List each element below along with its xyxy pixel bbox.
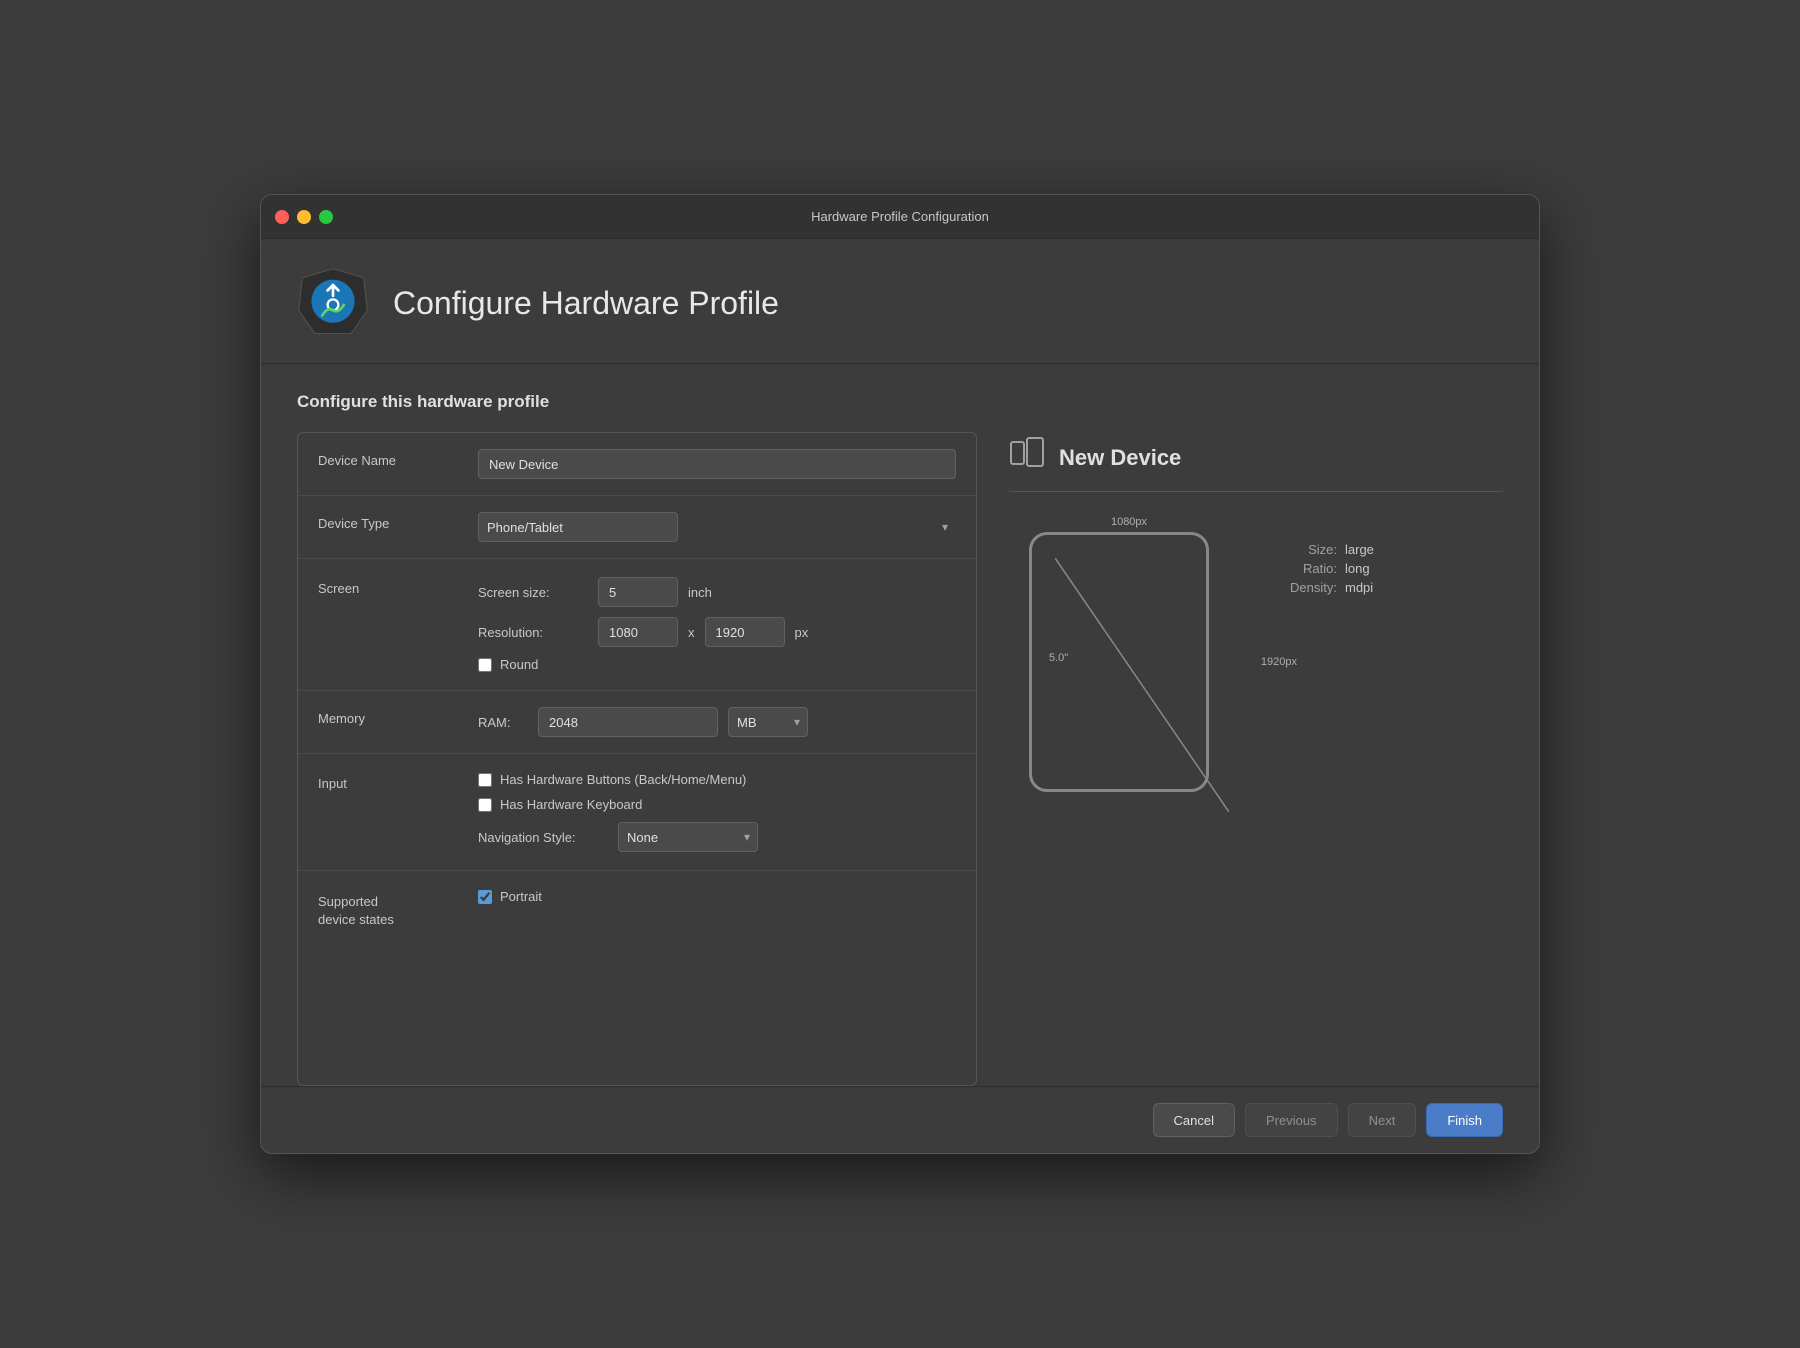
resolution-row: Resolution: x px (478, 617, 808, 647)
device-name-row: Device Name (298, 433, 976, 496)
density-spec-row: Density: mdpi (1273, 580, 1374, 595)
size-spec-key: Size: (1273, 542, 1337, 557)
nav-style-select-wrapper: None D-pad Trackball Wheel (618, 822, 758, 852)
device-type-row: Device Type Phone/Tablet Tablet Phone TV… (298, 496, 976, 559)
memory-controls: RAM: MB GB (478, 707, 956, 737)
ram-row: RAM: MB GB (478, 707, 956, 737)
portrait-label[interactable]: Portrait (500, 889, 542, 904)
main-content: Configure this hardware profile Device N… (261, 364, 1539, 1086)
bottom-bar: Cancel Previous Next Finish (261, 1086, 1539, 1153)
hardware-keyboard-row: Has Hardware Keyboard (478, 797, 758, 812)
dimension-diagonal-label: 5.0" (1049, 652, 1068, 664)
round-checkbox[interactable] (478, 658, 492, 672)
close-button[interactable] (275, 210, 289, 224)
preview-panel: New Device 1080px 1920px 5.0" (1009, 432, 1503, 1086)
hardware-buttons-row: Has Hardware Buttons (Back/Home/Menu) (478, 772, 758, 787)
screen-size-label: Screen size: (478, 585, 588, 600)
window-controls (275, 210, 333, 224)
size-spec-value: large (1345, 542, 1374, 557)
finish-button[interactable]: Finish (1426, 1103, 1503, 1137)
screen-controls: Screen size: inch Resolution: x px (478, 577, 808, 672)
input-label: Input (318, 772, 478, 791)
resolution-height-input[interactable] (705, 617, 785, 647)
memory-label: Memory (318, 707, 478, 726)
resolution-x-label: x (688, 625, 695, 640)
ram-unit-select[interactable]: MB GB (728, 707, 808, 737)
minimize-button[interactable] (297, 210, 311, 224)
memory-row: Memory RAM: MB GB (298, 691, 976, 754)
screen-label: Screen (318, 577, 478, 596)
nav-style-select[interactable]: None D-pad Trackball Wheel (618, 822, 758, 852)
form-panel: Device Name Device Type Phone/Tablet Tab… (297, 432, 977, 1086)
previous-button[interactable]: Previous (1245, 1103, 1338, 1137)
header: Configure Hardware Profile (261, 239, 1539, 364)
app-logo-icon (297, 267, 369, 339)
hardware-keyboard-label[interactable]: Has Hardware Keyboard (500, 797, 642, 812)
specs-panel: Size: large Ratio: long Density: mdpi (1273, 542, 1374, 595)
dimension-top-label: 1080px (1111, 516, 1147, 528)
ratio-spec-row: Ratio: long (1273, 561, 1374, 576)
cancel-button[interactable]: Cancel (1153, 1103, 1235, 1137)
ram-unit-select-wrapper: MB GB (728, 707, 808, 737)
ram-label: RAM: (478, 715, 528, 730)
ram-input[interactable] (538, 707, 718, 737)
phone-diagram: 1080px 1920px 5.0" (1009, 512, 1249, 812)
device-name-input[interactable] (478, 449, 956, 479)
dimension-right-label: 1920px (1261, 656, 1297, 668)
hardware-buttons-label[interactable]: Has Hardware Buttons (Back/Home/Menu) (500, 772, 746, 787)
density-spec-value: mdpi (1345, 580, 1373, 595)
device-type-label: Device Type (318, 512, 478, 531)
preview-content: 1080px 1920px 5.0" Size: lar (1009, 512, 1503, 812)
density-spec-key: Density: (1273, 580, 1337, 595)
nav-style-label: Navigation Style: (478, 830, 608, 845)
preview-device-name: New Device (1059, 445, 1181, 471)
device-type-select-wrapper: Phone/Tablet Tablet Phone TV Wear OS (478, 512, 956, 542)
device-name-label: Device Name (318, 449, 478, 468)
preview-header: New Device (1009, 436, 1503, 492)
diagonal-line-icon (1055, 558, 1229, 812)
device-states-label: Supported device states (318, 889, 478, 929)
device-type-controls: Phone/Tablet Tablet Phone TV Wear OS (478, 512, 956, 542)
resolution-label: Resolution: (478, 625, 588, 640)
device-name-controls (478, 449, 956, 479)
screen-size-unit: inch (688, 585, 712, 600)
nav-style-row: Navigation Style: None D-pad Trackball W… (478, 822, 758, 852)
device-type-select[interactable]: Phone/Tablet Tablet Phone TV Wear OS (478, 512, 678, 542)
maximize-button[interactable] (319, 210, 333, 224)
hardware-keyboard-checkbox[interactable] (478, 798, 492, 812)
portrait-row: Portrait (478, 889, 956, 904)
device-states-row: Supported device states Portrait (298, 871, 976, 945)
ratio-spec-value: long (1345, 561, 1370, 576)
round-row: Round (478, 657, 808, 672)
screen-size-input[interactable] (598, 577, 678, 607)
screen-row: Screen Screen size: inch Resolution: x (298, 559, 976, 691)
section-heading: Configure this hardware profile (297, 392, 1503, 412)
resolution-width-input[interactable] (598, 617, 678, 647)
device-preview-icon (1009, 436, 1045, 479)
device-states-controls: Portrait (478, 889, 956, 904)
size-spec-row: Size: large (1273, 542, 1374, 557)
portrait-checkbox[interactable] (478, 890, 492, 904)
round-label[interactable]: Round (500, 657, 538, 672)
next-button[interactable]: Next (1348, 1103, 1417, 1137)
titlebar: Hardware Profile Configuration (261, 195, 1539, 239)
input-row: Input Has Hardware Buttons (Back/Home/Me… (298, 754, 976, 871)
screen-size-row: Screen size: inch (478, 577, 808, 607)
input-controls: Has Hardware Buttons (Back/Home/Menu) Ha… (478, 772, 758, 852)
ratio-spec-key: Ratio: (1273, 561, 1337, 576)
main-window: Hardware Profile Configuration Configure… (260, 194, 1540, 1154)
content-area: Device Name Device Type Phone/Tablet Tab… (297, 432, 1503, 1086)
page-title: Configure Hardware Profile (393, 285, 779, 322)
window-title: Hardware Profile Configuration (811, 209, 989, 224)
resolution-unit: px (795, 625, 809, 640)
hardware-buttons-checkbox[interactable] (478, 773, 492, 787)
